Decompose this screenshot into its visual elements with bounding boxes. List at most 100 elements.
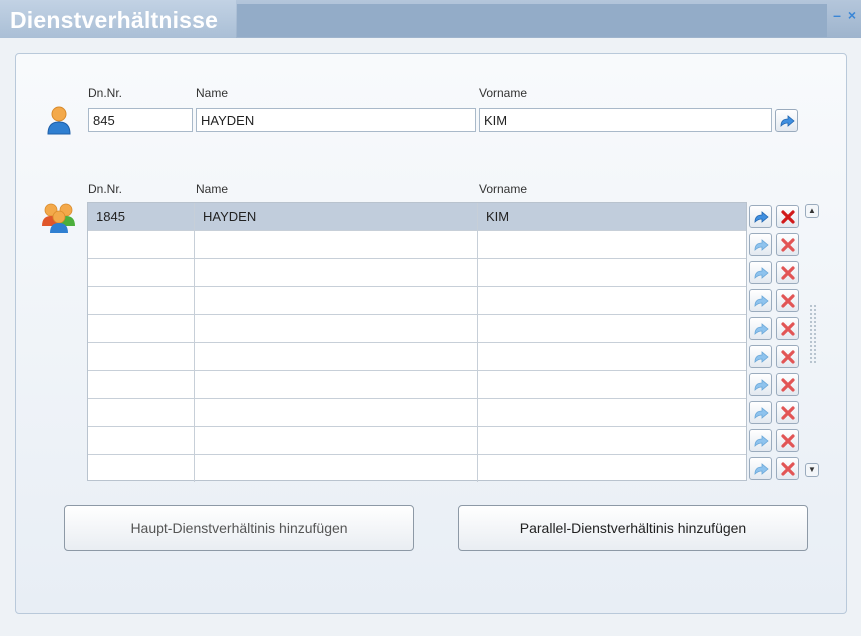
delete-x-icon	[780, 377, 795, 392]
cell-dnnr	[88, 455, 195, 482]
open-row-button[interactable]	[749, 401, 772, 424]
title-bar: Dienstverhältnisse – ×	[0, 0, 861, 38]
open-row-button[interactable]	[749, 289, 772, 312]
delete-row-button[interactable]	[776, 261, 799, 284]
arrow-right-icon	[754, 434, 769, 447]
grid-header-vorname: Vorname	[479, 182, 528, 196]
cell-name	[195, 371, 478, 398]
minimize-button[interactable]: –	[831, 8, 843, 22]
arrow-right-icon	[754, 238, 769, 251]
table-row[interactable]	[88, 231, 746, 259]
open-row-button[interactable]	[749, 261, 772, 284]
cell-name	[195, 399, 478, 426]
delete-row-button[interactable]	[776, 457, 799, 480]
name-field[interactable]	[196, 108, 476, 132]
scroll-grip[interactable]	[809, 304, 817, 364]
delete-x-icon	[780, 349, 795, 364]
add-parallel-dienstverhaeltnis-button[interactable]: Parallel-Dienstverhältinis hinzufügen	[458, 505, 808, 551]
arrow-right-icon	[754, 406, 769, 419]
dnnr-field[interactable]	[88, 108, 193, 132]
cell-name	[195, 343, 478, 370]
cell-vorname	[478, 231, 746, 258]
label-vorname: Vorname	[479, 86, 528, 100]
grid-scrollbar[interactable]: ▲ ▼	[805, 204, 821, 479]
delete-x-icon	[780, 405, 795, 420]
delete-row-button[interactable]	[776, 317, 799, 340]
cell-name	[195, 259, 478, 286]
arrow-right-icon	[780, 114, 795, 127]
arrow-right-icon	[754, 266, 769, 279]
open-row-button[interactable]	[749, 457, 772, 480]
delete-x-icon	[780, 433, 795, 448]
table-row[interactable]	[88, 259, 746, 287]
table-row[interactable]	[88, 427, 746, 455]
table-row[interactable]	[88, 371, 746, 399]
table-row[interactable]	[88, 287, 746, 315]
arrow-right-icon	[754, 378, 769, 391]
cell-name	[195, 427, 478, 454]
cell-dnnr: 1845	[88, 203, 195, 230]
cell-dnnr	[88, 427, 195, 454]
open-row-button[interactable]	[749, 233, 772, 256]
cell-name: HAYDEN	[195, 203, 478, 230]
arrow-right-icon	[754, 322, 769, 335]
table-row[interactable]	[88, 399, 746, 427]
arrow-right-icon	[754, 294, 769, 307]
delete-row-button[interactable]	[776, 401, 799, 424]
cell-name	[195, 455, 478, 482]
add-haupt-dienstverhaeltnis-button[interactable]: Haupt-Dienstverhältinis hinzufügen	[64, 505, 414, 551]
delete-row-button[interactable]	[776, 205, 799, 228]
cell-dnnr	[88, 259, 195, 286]
scroll-up-button[interactable]: ▲	[805, 204, 819, 218]
cell-vorname	[478, 287, 746, 314]
delete-row-button[interactable]	[776, 233, 799, 256]
cell-vorname: KIM	[486, 209, 510, 224]
delete-row-button[interactable]	[776, 429, 799, 452]
cell-dnnr	[88, 371, 195, 398]
window-title: Dienstverhältnisse	[0, 0, 236, 38]
arrow-right-icon	[754, 462, 769, 475]
cell-vorname	[478, 259, 746, 286]
cell-dnnr	[88, 399, 195, 426]
table-row[interactable]	[88, 455, 746, 483]
open-person-button[interactable]	[775, 109, 798, 132]
table-row[interactable]	[88, 315, 746, 343]
vorname-field[interactable]	[479, 108, 772, 132]
cell-dnnr	[88, 231, 195, 258]
open-row-button[interactable]	[749, 373, 772, 396]
cell-vorname	[478, 427, 746, 454]
label-dnnr: Dn.Nr.	[88, 86, 123, 100]
cell-vorname	[478, 399, 746, 426]
table-row[interactable]: 1845 HAYDEN KIM	[88, 203, 746, 231]
open-row-button[interactable]	[749, 345, 772, 368]
cell-vorname	[478, 343, 746, 370]
cell-name	[195, 315, 478, 342]
scroll-down-button[interactable]: ▼	[805, 463, 819, 477]
cell-dnnr	[88, 315, 195, 342]
cell-dnnr	[88, 343, 195, 370]
cell-vorname	[478, 371, 746, 398]
label-name: Name	[196, 86, 229, 100]
close-button[interactable]: ×	[846, 8, 858, 22]
delete-row-button[interactable]	[776, 373, 799, 396]
delete-x-icon	[780, 265, 795, 280]
delete-x-icon	[780, 293, 795, 308]
open-row-button[interactable]	[749, 205, 772, 228]
delete-row-button[interactable]	[776, 345, 799, 368]
group-icon	[42, 203, 75, 233]
open-row-button[interactable]	[749, 429, 772, 452]
cell-dnnr	[88, 287, 195, 314]
open-row-button[interactable]	[749, 317, 772, 340]
cell-vorname	[478, 455, 746, 482]
arrow-right-icon	[754, 210, 769, 223]
delete-x-icon	[780, 461, 795, 476]
arrow-right-icon	[754, 350, 769, 363]
grid-header-dnnr: Dn.Nr.	[88, 182, 123, 196]
delete-x-icon	[780, 321, 795, 336]
cell-vorname	[478, 315, 746, 342]
delete-x-icon	[780, 237, 795, 252]
delete-x-icon	[780, 209, 795, 224]
delete-row-button[interactable]	[776, 289, 799, 312]
table-row[interactable]	[88, 343, 746, 371]
grid-header-name: Name	[196, 182, 229, 196]
